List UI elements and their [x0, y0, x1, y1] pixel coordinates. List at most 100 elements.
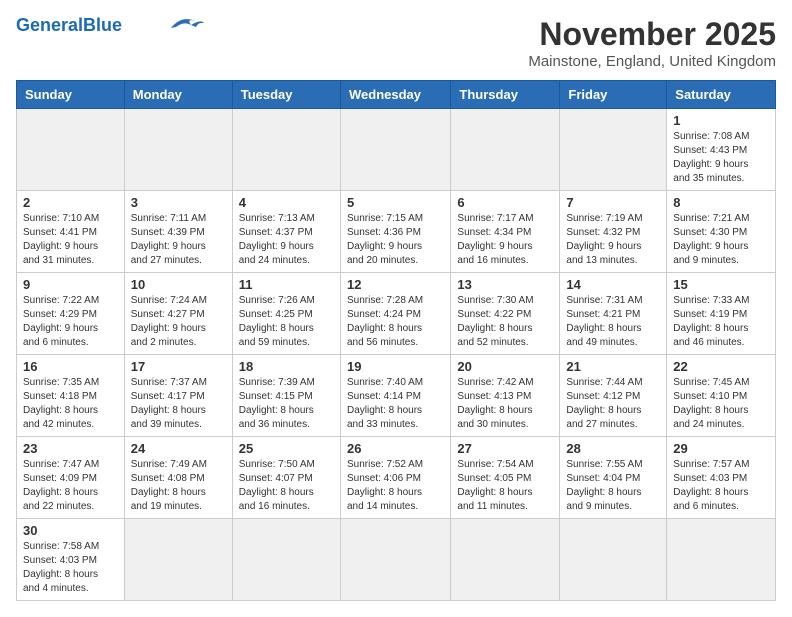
calendar-header-friday: Friday	[560, 81, 667, 109]
day-number: 6	[457, 195, 553, 210]
day-number: 8	[673, 195, 769, 210]
day-info: Sunrise: 7:37 AM Sunset: 4:17 PM Dayligh…	[131, 376, 226, 432]
day-number: 5	[347, 195, 444, 210]
calendar-header-tuesday: Tuesday	[232, 81, 340, 109]
day-number: 3	[131, 195, 226, 210]
calendar-cell	[124, 519, 232, 601]
day-info: Sunrise: 7:58 AM Sunset: 4:03 PM Dayligh…	[23, 540, 118, 596]
day-info: Sunrise: 7:35 AM Sunset: 4:18 PM Dayligh…	[23, 376, 118, 432]
day-info: Sunrise: 7:49 AM Sunset: 4:08 PM Dayligh…	[131, 458, 226, 514]
day-number: 13	[457, 277, 553, 292]
day-number: 14	[566, 277, 660, 292]
day-number: 24	[131, 441, 226, 456]
day-info: Sunrise: 7:15 AM Sunset: 4:36 PM Dayligh…	[347, 212, 444, 268]
calendar-cell	[451, 109, 560, 191]
day-info: Sunrise: 7:28 AM Sunset: 4:24 PM Dayligh…	[347, 294, 444, 350]
day-number: 2	[23, 195, 118, 210]
day-number: 21	[566, 359, 660, 374]
calendar-cell: 7 Sunrise: 7:19 AM Sunset: 4:32 PM Daylig…	[560, 191, 667, 273]
title-section: November 2025 Mainstone, England, United…	[528, 16, 776, 70]
calendar-cell	[17, 109, 125, 191]
calendar-cell	[124, 109, 232, 191]
day-info: Sunrise: 7:17 AM Sunset: 4:34 PM Dayligh…	[457, 212, 553, 268]
logo: GeneralBlue	[16, 16, 206, 36]
page-header: GeneralBlue November 2025 Mainstone, Eng…	[16, 16, 776, 70]
day-number: 17	[131, 359, 226, 374]
calendar-cell: 22Sunrise: 7:45 AM Sunset: 4:10 PM Dayli…	[667, 355, 776, 437]
day-info: Sunrise: 7:30 AM Sunset: 4:22 PM Dayligh…	[457, 294, 553, 350]
calendar-header-row: SundayMondayTuesdayWednesdayThursdayFrid…	[17, 81, 776, 109]
calendar-cell: 8 Sunrise: 7:21 AM Sunset: 4:30 PM Daylig…	[667, 191, 776, 273]
day-info: Sunrise: 7:33 AM Sunset: 4:19 PM Dayligh…	[673, 294, 769, 350]
day-info: Sunrise: 7:13 AM Sunset: 4:37 PM Dayligh…	[239, 212, 334, 268]
calendar-cell	[340, 519, 450, 601]
day-info: Sunrise: 7:55 AM Sunset: 4:04 PM Dayligh…	[566, 458, 660, 514]
calendar-week-5: 23 Sunrise: 7:47 AM Sunset: 4:09 PM Dayli…	[17, 437, 776, 519]
day-number: 19	[347, 359, 444, 374]
calendar-cell: 9 Sunrise: 7:22 AM Sunset: 4:29 PM Daylig…	[17, 273, 125, 355]
calendar-cell: 18Sunrise: 7:39 AM Sunset: 4:15 PM Dayli…	[232, 355, 340, 437]
day-info: Sunrise: 7:24 AM Sunset: 4:27 PM Dayligh…	[131, 294, 226, 350]
day-number: 25	[239, 441, 334, 456]
calendar-cell: 6 Sunrise: 7:17 AM Sunset: 4:34 PM Daylig…	[451, 191, 560, 273]
calendar-cell: 11 Sunrise: 7:26 AM Sunset: 4:25 PM Dayli…	[232, 273, 340, 355]
calendar-table: SundayMondayTuesdayWednesdayThursdayFrid…	[16, 80, 776, 601]
calendar-cell	[560, 519, 667, 601]
calendar-week-3: 9 Sunrise: 7:22 AM Sunset: 4:29 PM Daylig…	[17, 273, 776, 355]
day-number: 29	[673, 441, 769, 456]
day-info: Sunrise: 7:39 AM Sunset: 4:15 PM Dayligh…	[239, 376, 334, 432]
calendar-cell: 16Sunrise: 7:35 AM Sunset: 4:18 PM Dayli…	[17, 355, 125, 437]
day-info: Sunrise: 7:26 AM Sunset: 4:25 PM Dayligh…	[239, 294, 334, 350]
day-info: Sunrise: 7:40 AM Sunset: 4:14 PM Dayligh…	[347, 376, 444, 432]
calendar-cell	[667, 519, 776, 601]
calendar-header-sunday: Sunday	[17, 81, 125, 109]
day-number: 9	[23, 277, 118, 292]
day-info: Sunrise: 7:08 AM Sunset: 4:43 PM Dayligh…	[673, 130, 769, 186]
day-info: Sunrise: 7:57 AM Sunset: 4:03 PM Dayligh…	[673, 458, 769, 514]
calendar-cell	[560, 109, 667, 191]
day-number: 23	[23, 441, 118, 456]
calendar-cell: 3Sunrise: 7:11 AM Sunset: 4:39 PM Daylig…	[124, 191, 232, 273]
calendar-cell: 27Sunrise: 7:54 AM Sunset: 4:05 PM Dayli…	[451, 437, 560, 519]
calendar-cell: 29 Sunrise: 7:57 AM Sunset: 4:03 PM Dayli…	[667, 437, 776, 519]
month-year-title: November 2025	[528, 16, 776, 53]
calendar-header-wednesday: Wednesday	[340, 81, 450, 109]
day-number: 12	[347, 277, 444, 292]
calendar-week-2: 2Sunrise: 7:10 AM Sunset: 4:41 PM Daylig…	[17, 191, 776, 273]
calendar-cell: 19 Sunrise: 7:40 AM Sunset: 4:14 PM Dayli…	[340, 355, 450, 437]
day-number: 22	[673, 359, 769, 374]
calendar-cell: 5 Sunrise: 7:15 AM Sunset: 4:36 PM Daylig…	[340, 191, 450, 273]
day-info: Sunrise: 7:19 AM Sunset: 4:32 PM Dayligh…	[566, 212, 660, 268]
day-info: Sunrise: 7:47 AM Sunset: 4:09 PM Dayligh…	[23, 458, 118, 514]
calendar-header-monday: Monday	[124, 81, 232, 109]
calendar-cell: 17 Sunrise: 7:37 AM Sunset: 4:17 PM Dayli…	[124, 355, 232, 437]
calendar-cell: 15 Sunrise: 7:33 AM Sunset: 4:19 PM Dayli…	[667, 273, 776, 355]
day-info: Sunrise: 7:21 AM Sunset: 4:30 PM Dayligh…	[673, 212, 769, 268]
day-number: 7	[566, 195, 660, 210]
calendar-cell: 28Sunrise: 7:55 AM Sunset: 4:04 PM Dayli…	[560, 437, 667, 519]
calendar-cell: 20Sunrise: 7:42 AM Sunset: 4:13 PM Dayli…	[451, 355, 560, 437]
calendar-cell: 21 Sunrise: 7:44 AM Sunset: 4:12 PM Dayli…	[560, 355, 667, 437]
calendar-cell: 26Sunrise: 7:52 AM Sunset: 4:06 PM Dayli…	[340, 437, 450, 519]
calendar-cell	[451, 519, 560, 601]
day-number: 30	[23, 523, 118, 538]
logo-bird-icon	[166, 13, 206, 35]
day-number: 26	[347, 441, 444, 456]
day-number: 15	[673, 277, 769, 292]
day-number: 20	[457, 359, 553, 374]
calendar-cell	[340, 109, 450, 191]
calendar-header-thursday: Thursday	[451, 81, 560, 109]
calendar-cell: 14Sunrise: 7:31 AM Sunset: 4:21 PM Dayli…	[560, 273, 667, 355]
day-info: Sunrise: 7:50 AM Sunset: 4:07 PM Dayligh…	[239, 458, 334, 514]
day-number: 4	[239, 195, 334, 210]
calendar-cell: 24 Sunrise: 7:49 AM Sunset: 4:08 PM Dayli…	[124, 437, 232, 519]
calendar-week-6: 30 Sunrise: 7:58 AM Sunset: 4:03 PM Dayli…	[17, 519, 776, 601]
day-number: 11	[239, 277, 334, 292]
calendar-cell: 25 Sunrise: 7:50 AM Sunset: 4:07 PM Dayli…	[232, 437, 340, 519]
day-number: 27	[457, 441, 553, 456]
location-subtitle: Mainstone, England, United Kingdom	[528, 53, 776, 70]
day-info: Sunrise: 7:22 AM Sunset: 4:29 PM Dayligh…	[23, 294, 118, 350]
calendar-cell: 1Sunrise: 7:08 AM Sunset: 4:43 PM Daylig…	[667, 109, 776, 191]
day-info: Sunrise: 7:44 AM Sunset: 4:12 PM Dayligh…	[566, 376, 660, 432]
calendar-cell: 4 Sunrise: 7:13 AM Sunset: 4:37 PM Daylig…	[232, 191, 340, 273]
